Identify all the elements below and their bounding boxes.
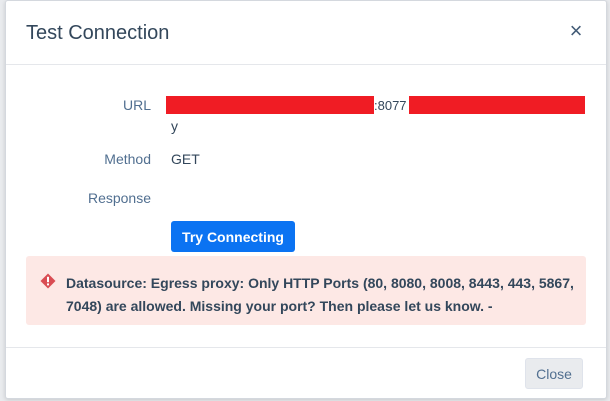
- try-connecting-button[interactable]: Try Connecting: [171, 221, 295, 252]
- response-label: Response: [87, 190, 151, 206]
- url-redaction: [166, 96, 374, 114]
- alert-message: Datasource: Egress proxy: Only HTTP Port…: [66, 275, 574, 314]
- close-button[interactable]: Close: [525, 358, 583, 389]
- dialog-title: Test Connection: [26, 22, 170, 44]
- test-connection-dialog: Test Connection × URL :8077 y Method GET…: [5, 0, 607, 399]
- close-icon[interactable]: ×: [566, 19, 586, 43]
- method-value: GET: [171, 151, 200, 167]
- dialog-header: Test Connection ×: [6, 1, 606, 65]
- warning-icon: [40, 273, 56, 289]
- error-alert: Datasource: Egress proxy: Only HTTP Port…: [26, 256, 586, 325]
- dialog-footer: Close: [6, 347, 606, 399]
- url-label: URL: [122, 97, 151, 113]
- url-redaction-2: [409, 96, 585, 114]
- method-label: Method: [104, 151, 151, 167]
- url-port: :8077: [374, 98, 407, 113]
- url-value-wrap: y: [171, 118, 178, 134]
